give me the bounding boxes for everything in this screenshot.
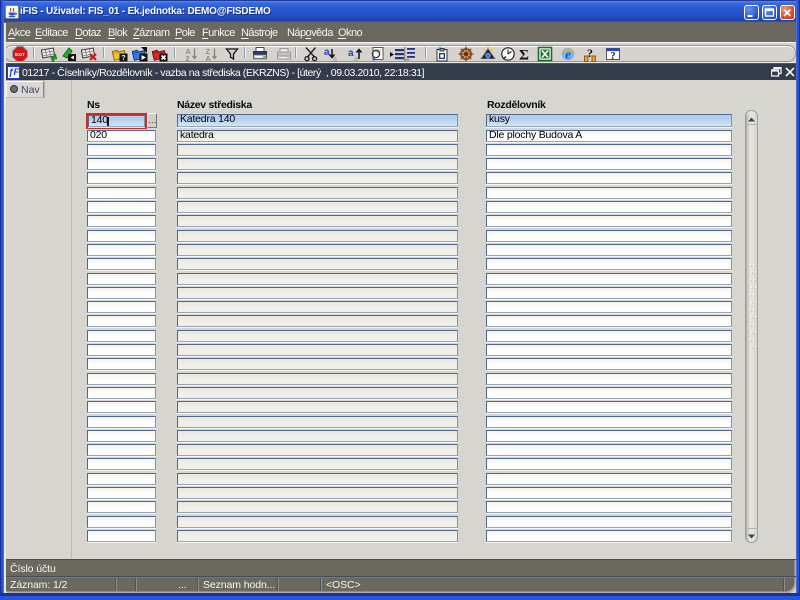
svg-text:a: a — [333, 56, 337, 62]
svg-text:a: a — [354, 56, 358, 62]
svg-text:?: ? — [587, 46, 593, 60]
svg-text:Σ: Σ — [519, 47, 529, 62]
svg-text:?: ? — [121, 55, 125, 62]
svg-text:a: a — [324, 47, 330, 58]
svg-text:2: 2 — [185, 54, 189, 62]
svg-text:e: e — [565, 46, 571, 61]
svg-text:EXIT: EXIT — [15, 52, 25, 57]
svg-text:A: A — [205, 54, 211, 62]
svg-text:?: ? — [610, 51, 615, 62]
